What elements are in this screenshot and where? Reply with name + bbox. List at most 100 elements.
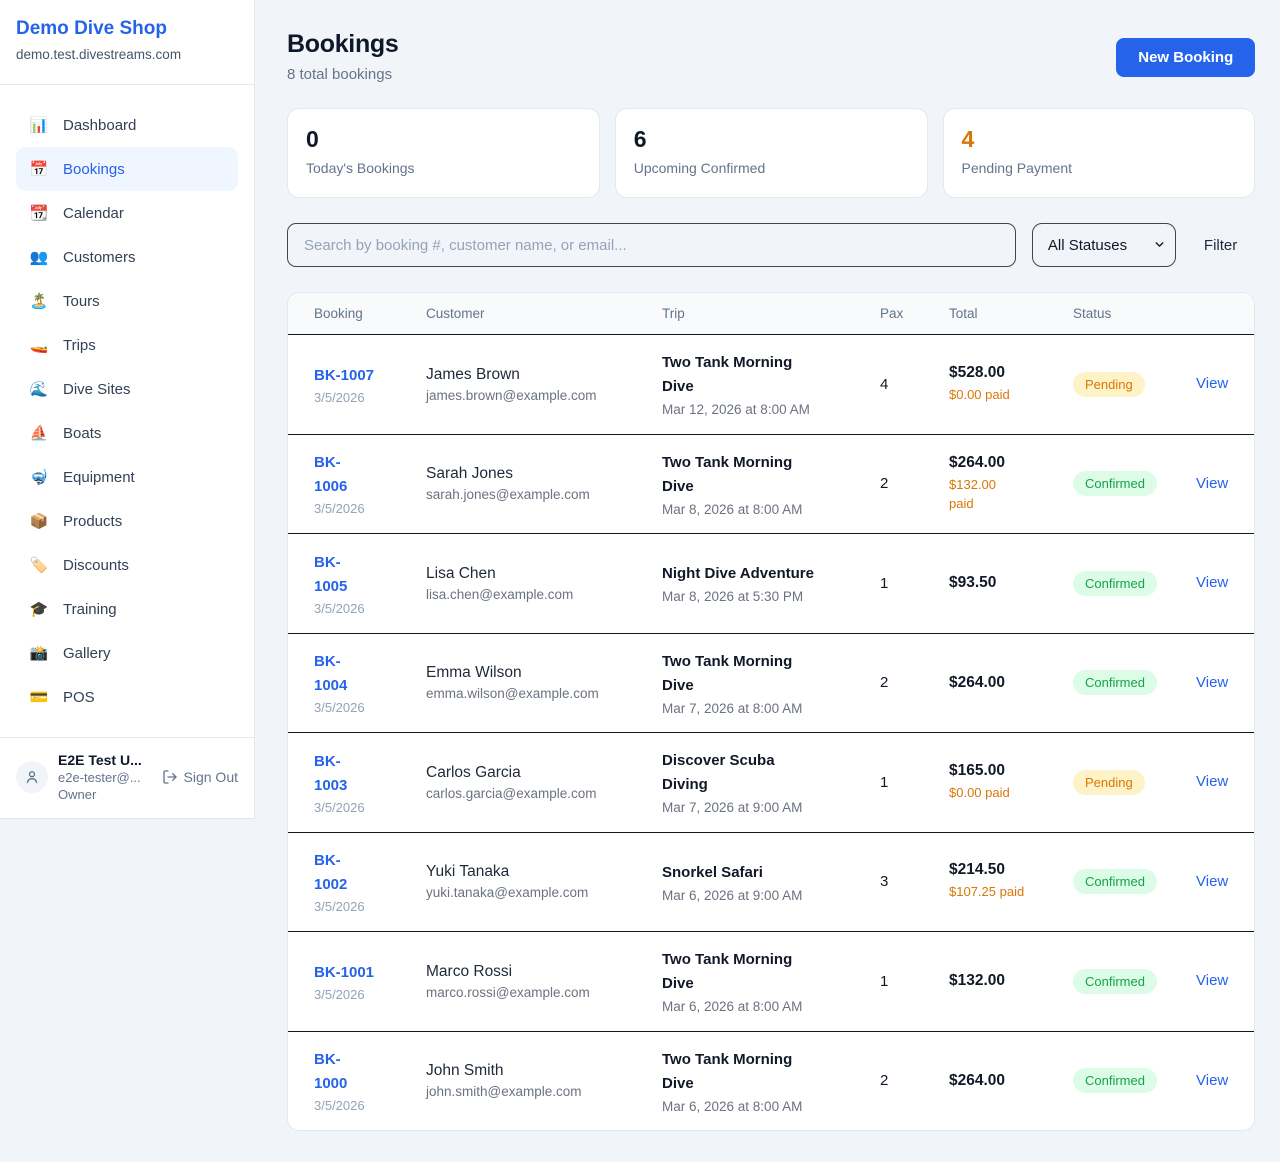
trip-datetime: Mar 7, 2026 at 9:00 AM xyxy=(662,800,880,815)
column-header-trip: Trip xyxy=(662,306,880,321)
customers-icon: 👥 xyxy=(29,248,49,266)
filter-row: All Statuses Filter xyxy=(287,223,1255,267)
status-badge: Confirmed xyxy=(1073,869,1157,894)
table-row: BK-1001 3/5/2026 Marco Rossi marco.rossi… xyxy=(288,931,1254,1031)
sidebar-item-tours[interactable]: 🏝️ Tours xyxy=(16,279,238,323)
trip-datetime: Mar 6, 2026 at 8:00 AM xyxy=(662,1099,880,1114)
table-row: BK- 1002 3/5/2026 Yuki Tanaka yuki.tanak… xyxy=(288,832,1254,932)
dive-sites-icon: 🌊 xyxy=(29,380,49,398)
view-link[interactable]: View xyxy=(1196,773,1228,790)
nav-item-label: Tours xyxy=(63,293,100,310)
column-header-status: Status xyxy=(1073,306,1196,321)
sidebar-nav: 📊 Dashboard 📅 Bookings 📆 Calendar 👥 Cust… xyxy=(0,85,254,729)
training-icon: 🎓 xyxy=(29,600,49,618)
paid-amount: $132.00 paid xyxy=(949,476,1073,514)
sign-out-icon xyxy=(162,769,178,785)
avatar xyxy=(16,761,48,793)
customer-name: Yuki Tanaka xyxy=(426,863,662,881)
trip-name: Two Tank Morning Dive xyxy=(662,451,880,499)
status-badge: Pending xyxy=(1073,770,1145,795)
pax-count: 1 xyxy=(880,575,949,592)
view-link[interactable]: View xyxy=(1196,574,1228,591)
sidebar-item-dashboard[interactable]: 📊 Dashboard xyxy=(16,103,238,147)
sidebar-item-bookings[interactable]: 📅 Bookings xyxy=(16,147,238,191)
gallery-icon: 📸 xyxy=(29,644,49,662)
table-row: BK- 1004 3/5/2026 Emma Wilson emma.wilso… xyxy=(288,633,1254,733)
trip-datetime: Mar 8, 2026 at 8:00 AM xyxy=(662,502,880,517)
view-link[interactable]: View xyxy=(1196,475,1228,492)
sidebar-item-trips[interactable]: 🚤 Trips xyxy=(16,323,238,367)
sidebar: Demo Dive Shop demo.test.divestreams.com… xyxy=(0,0,255,819)
sidebar-item-training[interactable]: 🎓 Training xyxy=(16,587,238,631)
pax-count: 1 xyxy=(880,973,949,990)
customer-name: Marco Rossi xyxy=(426,963,662,981)
view-link[interactable]: View xyxy=(1196,674,1228,691)
table-row: BK-1007 3/5/2026 James Brown james.brown… xyxy=(288,334,1254,434)
pax-count: 3 xyxy=(880,873,949,890)
table-header-row: Booking Customer Trip Pax Total Status xyxy=(288,293,1254,334)
search-input[interactable] xyxy=(287,223,1016,267)
sidebar-item-dive-sites[interactable]: 🌊 Dive Sites xyxy=(16,367,238,411)
total-amount: $93.50 xyxy=(949,574,1073,592)
booking-id-link[interactable]: BK-1001 xyxy=(314,961,426,985)
page-header: Bookings 8 total bookings New Booking xyxy=(287,30,1255,83)
sidebar-item-calendar[interactable]: 📆 Calendar xyxy=(16,191,238,235)
stat-card: 0 Today's Bookings xyxy=(287,108,600,198)
customer-email: emma.wilson@example.com xyxy=(426,686,662,701)
stat-value: 4 xyxy=(962,126,1237,153)
booking-id-link[interactable]: BK- 1000 xyxy=(314,1048,426,1096)
view-link[interactable]: View xyxy=(1196,873,1228,890)
customer-name: Sarah Jones xyxy=(426,465,662,483)
view-link[interactable]: View xyxy=(1196,972,1228,989)
view-link[interactable]: View xyxy=(1196,1072,1228,1089)
stat-label: Today's Bookings xyxy=(306,160,581,176)
new-booking-button[interactable]: New Booking xyxy=(1116,38,1255,77)
sidebar-item-gallery[interactable]: 📸 Gallery xyxy=(16,631,238,675)
trip-name: Discover Scuba Diving xyxy=(662,749,880,797)
trip-name: Night Dive Adventure xyxy=(662,562,880,586)
stat-label: Upcoming Confirmed xyxy=(634,160,909,176)
person-icon xyxy=(23,768,41,786)
total-bookings-count: 8 total bookings xyxy=(287,66,399,83)
pax-count: 4 xyxy=(880,376,949,393)
view-link[interactable]: View xyxy=(1196,375,1228,392)
stat-label: Pending Payment xyxy=(962,160,1237,176)
nav-item-label: Discounts xyxy=(63,557,129,574)
table-row: BK- 1006 3/5/2026 Sarah Jones sarah.jone… xyxy=(288,434,1254,534)
sidebar-item-products[interactable]: 📦 Products xyxy=(16,499,238,543)
booking-id-link[interactable]: BK- 1004 xyxy=(314,650,426,698)
table-row: BK- 1003 3/5/2026 Carlos Garcia carlos.g… xyxy=(288,732,1254,832)
sidebar-item-discounts[interactable]: 🏷️ Discounts xyxy=(16,543,238,587)
stat-card: 4 Pending Payment xyxy=(943,108,1256,198)
nav-item-label: Training xyxy=(63,601,117,618)
status-badge: Pending xyxy=(1073,372,1145,397)
table-row: BK- 1005 3/5/2026 Lisa Chen lisa.chen@ex… xyxy=(288,533,1254,633)
sign-out-button[interactable]: Sign Out xyxy=(162,769,238,785)
trip-datetime: Mar 6, 2026 at 8:00 AM xyxy=(662,999,880,1014)
booking-id-link[interactable]: BK- 1006 xyxy=(314,451,426,499)
booking-id-link[interactable]: BK- 1005 xyxy=(314,551,426,599)
trips-icon: 🚤 xyxy=(29,336,49,354)
sidebar-item-boats[interactable]: ⛵ Boats xyxy=(16,411,238,455)
booking-date: 3/5/2026 xyxy=(314,390,426,405)
products-icon: 📦 xyxy=(29,512,49,530)
customer-email: carlos.garcia@example.com xyxy=(426,786,662,801)
column-header-total: Total xyxy=(949,306,1073,321)
total-amount: $264.00 xyxy=(949,674,1073,692)
nav-item-label: Dashboard xyxy=(63,117,136,134)
stat-value: 6 xyxy=(634,126,909,153)
filter-button[interactable]: Filter xyxy=(1192,237,1255,254)
customer-email: sarah.jones@example.com xyxy=(426,487,662,502)
customer-name: John Smith xyxy=(426,1062,662,1080)
pos-icon: 💳 xyxy=(29,688,49,706)
sidebar-item-pos[interactable]: 💳 POS xyxy=(16,675,238,719)
sidebar-item-customers[interactable]: 👥 Customers xyxy=(16,235,238,279)
booking-id-link[interactable]: BK- 1003 xyxy=(314,750,426,798)
booking-date: 3/5/2026 xyxy=(314,987,426,1002)
booking-id-link[interactable]: BK-1007 xyxy=(314,364,426,388)
booking-id-link[interactable]: BK- 1002 xyxy=(314,849,426,897)
status-filter-select[interactable]: All Statuses xyxy=(1032,223,1176,267)
nav-item-label: Products xyxy=(63,513,122,530)
sidebar-item-equipment[interactable]: 🤿 Equipment xyxy=(16,455,238,499)
customer-name: James Brown xyxy=(426,366,662,384)
